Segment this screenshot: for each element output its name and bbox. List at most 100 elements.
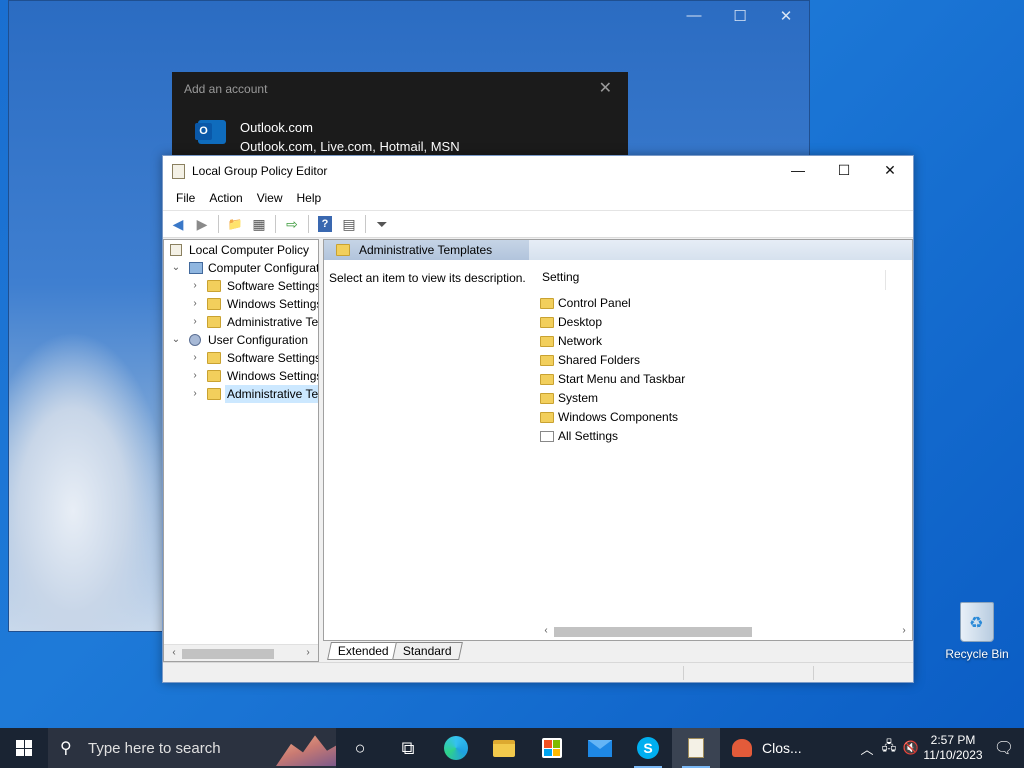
tree-horizontal-scrollbar[interactable]: ‹ › xyxy=(164,644,318,661)
menu-action[interactable]: Action xyxy=(202,191,249,205)
navigation-tree[interactable]: Local Computer Policy ⌄ Computer Configu… xyxy=(163,239,319,662)
tab-label: Standard xyxy=(402,644,452,658)
scroll-thumb[interactable] xyxy=(554,627,752,637)
menu-help[interactable]: Help xyxy=(290,191,329,205)
bg-maximize-button[interactable]: ☐ xyxy=(731,7,749,25)
expand-chevron-icon[interactable]: › xyxy=(190,313,200,331)
export-list-icon[interactable]: ⇨ xyxy=(281,213,303,235)
tree-item-administrative-templates[interactable]: › Administrative Templates xyxy=(164,313,319,331)
maximize-button[interactable]: ☐ xyxy=(821,156,867,186)
tab-extended[interactable]: Extended xyxy=(327,642,400,660)
tree-item-windows-settings[interactable]: › Windows Settings xyxy=(164,295,319,313)
tree-item-windows-settings[interactable]: › Windows Settings xyxy=(164,367,318,385)
bg-close-button[interactable]: ✕ xyxy=(777,7,795,25)
recycle-bin-shortcut[interactable]: Recycle Bin xyxy=(942,602,1012,661)
back-arrow-icon[interactable]: ◀ xyxy=(167,213,189,235)
start-button[interactable] xyxy=(0,728,48,768)
app-car-icon xyxy=(732,739,752,757)
tree-label: Software Settings xyxy=(227,351,319,365)
clock[interactable]: 2:57 PM 11/10/2023 xyxy=(922,733,984,763)
scroll-right-icon[interactable]: › xyxy=(300,645,316,661)
folder-icon xyxy=(207,388,221,400)
settings-list[interactable]: Setting Control Panel Desktop Network Sh… xyxy=(538,262,912,623)
tree-label: Administrative Templates xyxy=(227,315,319,329)
edge-button[interactable] xyxy=(432,728,480,768)
folder-icon xyxy=(540,336,554,347)
group-policy-taskbar-button[interactable] xyxy=(672,728,720,768)
tree-label: Computer Configuration xyxy=(208,261,318,275)
tree-item-administrative-templates-selected[interactable]: › Administrative Templates xyxy=(164,385,318,403)
minimize-button[interactable]: — xyxy=(775,156,821,186)
scroll-thumb[interactable] xyxy=(182,649,274,659)
tree-item-user-configuration[interactable]: ⌄ User Configuration xyxy=(164,331,318,349)
store-button[interactable] xyxy=(528,728,576,768)
cortana-icon[interactable]: ○ xyxy=(336,728,384,768)
collapse-chevron-icon[interactable]: ⌄ xyxy=(171,331,181,349)
folder-icon xyxy=(540,393,554,404)
skype-button[interactable]: S xyxy=(624,728,672,768)
chevron-up-icon[interactable]: ︿ xyxy=(856,739,878,758)
title-bar[interactable]: Local Group Policy Editor — ☐ ✕ xyxy=(163,156,913,186)
tree-label: Windows Settings xyxy=(227,297,319,311)
clock-date: 11/10/2023 xyxy=(923,748,983,762)
status-bar xyxy=(163,662,913,682)
running-app-button[interactable]: Clos... xyxy=(720,728,812,768)
notifications-icon[interactable]: 🗨 xyxy=(984,738,1024,758)
running-app-label: Clos... xyxy=(762,740,802,756)
help-icon[interactable]: ? xyxy=(318,216,332,232)
toolbar: ◀ ▶ 📁 ▦ ⇨ ? ▤ ⏷ xyxy=(163,210,913,238)
network-icon[interactable]: 🖧 xyxy=(878,737,900,759)
expand-chevron-icon[interactable]: › xyxy=(190,277,200,295)
folder-icon xyxy=(207,298,221,310)
user-icon xyxy=(189,334,201,346)
scroll-right-icon[interactable]: › xyxy=(896,623,912,640)
expand-chevron-icon[interactable]: › xyxy=(190,349,200,367)
tree-label: User Configuration xyxy=(208,333,309,347)
close-button[interactable]: ✕ xyxy=(867,156,913,186)
clock-time: 2:57 PM xyxy=(930,733,976,747)
tab-standard[interactable]: Standard xyxy=(391,642,463,660)
edge-icon xyxy=(444,736,468,760)
expand-chevron-icon[interactable]: › xyxy=(190,295,200,313)
column-header-setting[interactable]: Setting xyxy=(538,270,886,290)
list-item-label: Network xyxy=(558,334,603,348)
dialog-close-button[interactable]: ✕ xyxy=(599,78,612,98)
status-divider xyxy=(813,666,814,680)
menu-view[interactable]: View xyxy=(250,191,290,205)
expand-chevron-icon[interactable]: › xyxy=(190,367,200,385)
tree-item-computer-configuration[interactable]: ⌄ Computer Configuration xyxy=(164,259,318,277)
folder-icon xyxy=(540,355,554,366)
properties-icon[interactable]: ▤ xyxy=(338,213,360,235)
tree-item-software-settings[interactable]: › Software Settings xyxy=(164,349,319,367)
tree-item-local-computer-policy[interactable]: Local Computer Policy xyxy=(164,241,318,259)
file-explorer-button[interactable] xyxy=(480,728,528,768)
taskbar-search[interactable]: ⚲ Type here to search xyxy=(48,728,336,768)
volume-muted-icon[interactable]: 🔇 xyxy=(900,740,922,756)
menu-file[interactable]: File xyxy=(169,191,202,205)
task-view-icon[interactable]: ⧉ xyxy=(384,728,432,768)
forward-arrow-icon[interactable]: ▶ xyxy=(191,213,213,235)
outlook-icon xyxy=(195,120,226,144)
folder-icon xyxy=(540,374,554,385)
wallpaper-clouds xyxy=(9,331,169,631)
system-tray: ︿ 🖧 🔇 2:57 PM 11/10/2023 🗨 xyxy=(856,728,1024,768)
outlook-option-description[interactable]: Outlook.com, Live.com, Hotmail, MSN xyxy=(240,139,460,154)
list-item-label: All Settings xyxy=(558,429,619,443)
show-hide-tree-icon[interactable]: ▦ xyxy=(248,213,270,235)
folder-icon xyxy=(207,352,221,364)
bg-minimize-button[interactable]: — xyxy=(685,7,703,25)
status-divider xyxy=(683,666,684,680)
filter-icon[interactable]: ⏷ xyxy=(371,213,393,235)
menu-bar: File Action View Help xyxy=(163,186,913,210)
dialog-title: Add an account xyxy=(184,82,268,96)
scroll-left-icon[interactable]: ‹ xyxy=(538,623,554,640)
collapse-chevron-icon[interactable]: ⌄ xyxy=(171,259,181,277)
up-folder-icon[interactable]: 📁 xyxy=(224,213,246,235)
tree-item-software-settings[interactable]: › Software Settings xyxy=(164,277,318,295)
details-header-title: Administrative Templates xyxy=(359,243,493,257)
scroll-left-icon[interactable]: ‹ xyxy=(166,645,182,661)
expand-chevron-icon[interactable]: › xyxy=(190,385,200,403)
details-horizontal-scrollbar[interactable]: ‹ › xyxy=(538,623,912,640)
outlook-option-name[interactable]: Outlook.com xyxy=(240,120,313,135)
mail-button[interactable] xyxy=(576,728,624,768)
